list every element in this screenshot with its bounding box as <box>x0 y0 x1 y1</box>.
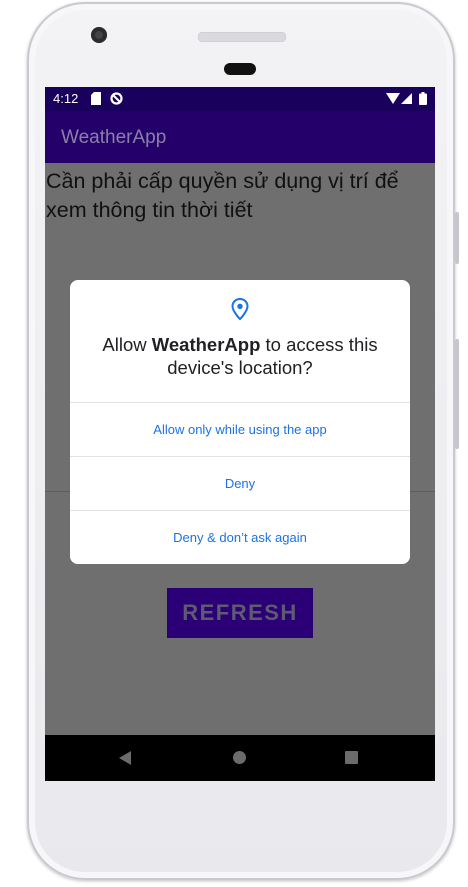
refresh-button[interactable]: REFRESH <box>167 588 313 638</box>
permission-message: Cần phải cấp quyền sử dụng vị trí để xem… <box>46 169 399 222</box>
app-bar: WeatherApp <box>45 111 435 163</box>
permission-dialog: Allow WeatherApp to access this device's… <box>70 280 410 564</box>
back-icon[interactable] <box>119 751 131 765</box>
dialog-title: Allow WeatherApp to access this device's… <box>80 333 400 379</box>
deny-dont-ask-again-button[interactable]: Deny & don’t ask again <box>70 510 410 564</box>
battery-icon <box>419 92 427 105</box>
recents-icon[interactable] <box>345 751 358 764</box>
front-camera <box>91 27 107 43</box>
navigation-bar <box>45 735 435 781</box>
allow-while-using-button[interactable]: Allow only while using the app <box>70 402 410 456</box>
sd-card-icon <box>91 92 101 105</box>
volume-button <box>455 339 459 449</box>
dialog-title-app: WeatherApp <box>151 334 261 355</box>
home-icon[interactable] <box>233 751 246 764</box>
earpiece <box>224 63 256 75</box>
app-title: WeatherApp <box>61 127 167 148</box>
location-pin-icon <box>231 298 249 320</box>
wifi-icon <box>386 93 400 104</box>
do-not-disturb-icon <box>110 92 123 105</box>
status-bar: 4:12 <box>45 87 435 111</box>
screen: 4:12 WeatherApp Cần phải cấp quyền sử dụ… <box>45 87 435 781</box>
status-time: 4:12 <box>53 91 79 106</box>
deny-button[interactable]: Deny <box>70 456 410 510</box>
speaker-grille <box>198 32 286 42</box>
power-button <box>455 212 459 264</box>
dialog-title-prefix: Allow <box>102 334 152 355</box>
cell-signal-icon <box>401 93 412 104</box>
